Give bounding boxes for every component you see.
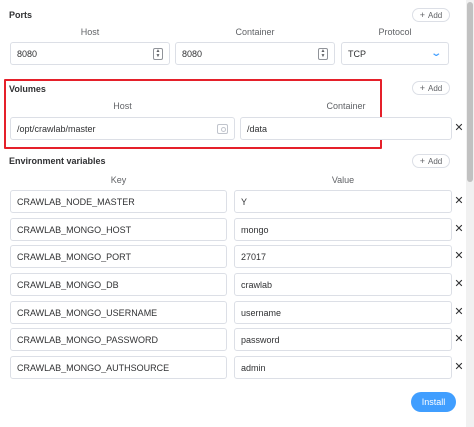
remove-env-icon[interactable]: ✕	[454, 362, 464, 373]
plus-icon: +	[419, 9, 426, 20]
plus-icon: +	[419, 155, 426, 166]
remove-env-icon[interactable]: ✕	[454, 251, 464, 262]
env-value-input[interactable]: admin	[234, 356, 452, 379]
scrollbar-thumb[interactable]	[467, 2, 473, 182]
env-key-input[interactable]: CRAWLAB_MONGO_PORT	[10, 245, 227, 268]
port-container-input[interactable]: 8080 ▲ ▼	[175, 42, 335, 65]
protocol-value: TCP	[348, 48, 366, 59]
add-env-button[interactable]: + Add	[412, 154, 450, 168]
env-value-value: Y	[241, 196, 248, 207]
add-port-button[interactable]: + Add	[412, 8, 450, 22]
env-value-value: crawlab	[241, 279, 273, 290]
port-host-input[interactable]: 8080 ▲ ▼	[10, 42, 170, 65]
chevron-down-icon: ⌄	[429, 48, 442, 59]
env-key-label: Key	[110, 175, 127, 185]
number-stepper-icon[interactable]: ▲ ▼	[153, 47, 163, 60]
env-key-value: CRAWLAB_MONGO_AUTHSOURCE	[17, 362, 170, 373]
env-value-input[interactable]: username	[234, 301, 452, 324]
volumes-title: Volumes	[9, 84, 46, 94]
env-value-value: username	[241, 307, 282, 318]
env-value-label: Value	[331, 175, 355, 185]
remove-env-icon[interactable]: ✕	[454, 307, 464, 318]
env-key-input[interactable]: CRAWLAB_NODE_MASTER	[10, 190, 227, 213]
add-volume-button[interactable]: + Add	[412, 81, 450, 95]
add-env-label: Add	[428, 156, 443, 166]
env-key-input[interactable]: CRAWLAB_MONGO_USERNAME	[10, 301, 227, 324]
env-key-input[interactable]: CRAWLAB_MONGO_DB	[10, 273, 227, 296]
env-value-value: admin	[241, 362, 266, 373]
env-value-value: mongo	[241, 224, 269, 235]
volume-container-value: /data	[247, 123, 268, 134]
port-host-value: 8080	[17, 48, 38, 59]
remove-volume-icon[interactable]: ✕	[454, 123, 464, 134]
env-key-input[interactable]: CRAWLAB_MONGO_AUTHSOURCE	[10, 356, 227, 379]
env-value-input[interactable]: crawlab	[234, 273, 452, 296]
remove-env-icon[interactable]: ✕	[454, 196, 464, 207]
port-container-value: 8080	[182, 48, 203, 59]
env-key-value: CRAWLAB_MONGO_HOST	[17, 224, 132, 235]
volume-host-input[interactable]: /opt/crawlab/master	[10, 117, 235, 140]
ports-protocol-label: Protocol	[378, 27, 412, 37]
volumes-container-label: Container	[326, 101, 366, 111]
env-key-value: CRAWLAB_MONGO_DB	[17, 279, 119, 290]
env-key-input[interactable]: CRAWLAB_MONGO_HOST	[10, 218, 227, 241]
folder-select-icon[interactable]	[217, 123, 228, 134]
env-value-input[interactable]: mongo	[234, 218, 452, 241]
env-value-input[interactable]: 27017	[234, 245, 452, 268]
add-volume-label: Add	[428, 83, 443, 93]
env-key-value: CRAWLAB_NODE_MASTER	[17, 196, 135, 207]
env-value-value: password	[241, 334, 280, 345]
remove-env-icon[interactable]: ✕	[454, 279, 464, 290]
env-key-value: CRAWLAB_MONGO_PASSWORD	[17, 334, 159, 345]
add-port-label: Add	[428, 10, 443, 20]
env-key-input[interactable]: CRAWLAB_MONGO_PASSWORD	[10, 328, 227, 351]
ports-container-label: Container	[235, 27, 275, 37]
env-value-value: 27017	[241, 251, 267, 262]
plus-icon: +	[419, 82, 426, 93]
remove-env-icon[interactable]: ✕	[454, 224, 464, 235]
env-value-input[interactable]: Y	[234, 190, 452, 213]
volume-host-value: /opt/crawlab/master	[17, 123, 96, 134]
install-button[interactable]: Install	[411, 392, 456, 412]
protocol-select[interactable]: TCP ⌄	[341, 42, 449, 65]
env-key-value: CRAWLAB_MONGO_PORT	[17, 251, 132, 262]
volumes-host-label: Host	[113, 101, 132, 111]
remove-env-icon[interactable]: ✕	[454, 334, 464, 345]
ports-host-label: Host	[80, 27, 100, 37]
volume-container-input[interactable]: /data	[240, 117, 452, 140]
env-key-value: CRAWLAB_MONGO_USERNAME	[17, 307, 158, 318]
env-title: Environment variables	[9, 156, 106, 166]
env-value-input[interactable]: password	[234, 328, 452, 351]
number-stepper-icon[interactable]: ▲ ▼	[318, 47, 328, 60]
ports-title: Ports	[9, 10, 33, 20]
